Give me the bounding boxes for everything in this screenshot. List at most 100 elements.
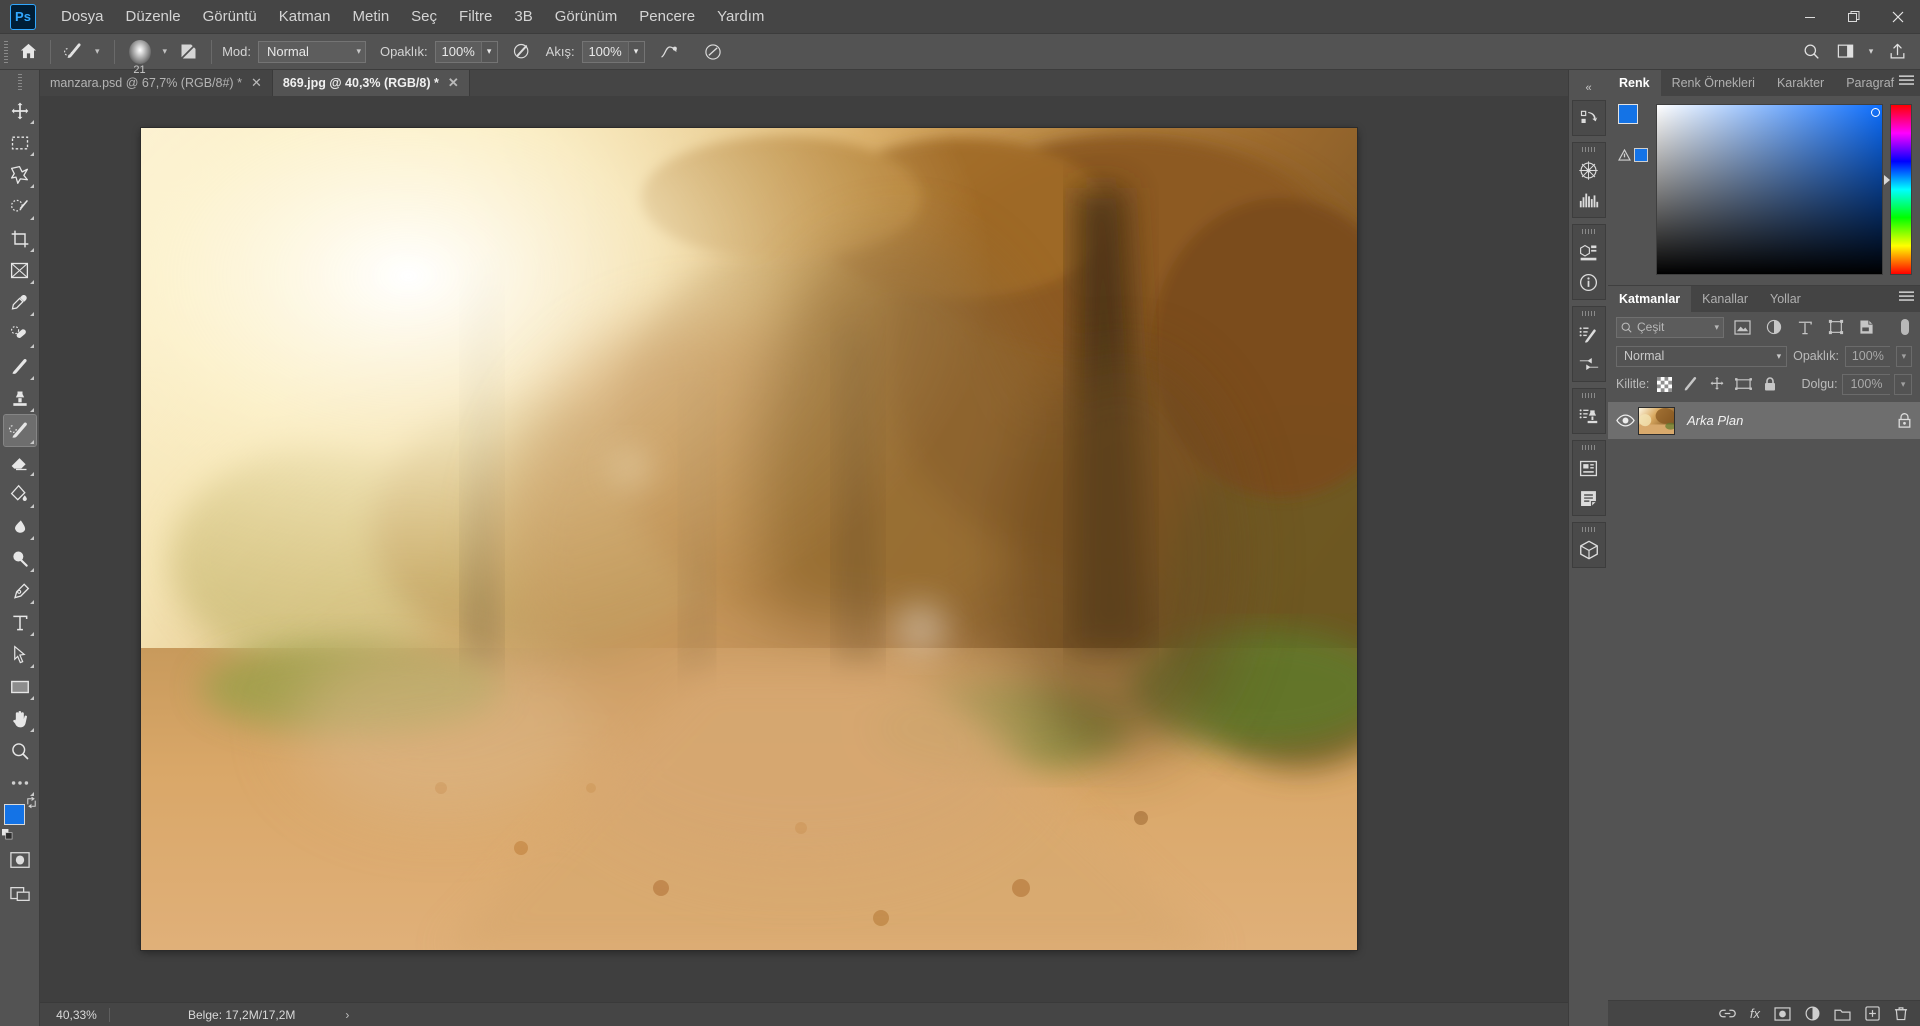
menu-item-duzenle[interactable]: Düzenle [115,2,192,31]
layer-fill-chevron-down-icon[interactable]: ▾ [1894,373,1912,395]
tab-katmanlar[interactable]: Katmanlar [1608,286,1692,312]
rail-grip[interactable] [1581,445,1596,450]
materials-icon[interactable] [1573,535,1605,565]
menu-item-filtre[interactable]: Filtre [448,2,503,31]
filter-smart-object-icon[interactable] [1854,315,1879,339]
lock-transparent-pixels-icon[interactable] [1653,373,1675,395]
panel-menu-icon[interactable] [1899,291,1914,303]
collapse-panels-icon[interactable]: « [1585,82,1591,94]
lock-all-icon[interactable] [1759,373,1781,395]
reset-colors-icon[interactable] [1,829,13,840]
rectangle-tool[interactable] [4,671,36,702]
quick-selection-tool[interactable] [4,191,36,222]
history-icon[interactable] [1573,103,1605,133]
opacity-chevron-down-icon[interactable]: ▾ [480,40,498,63]
filter-adjustment-icon[interactable] [1761,315,1786,339]
table-row[interactable]: Arka Plan [1608,402,1920,439]
toolbar-grip[interactable] [17,74,22,90]
history-brush-icon[interactable] [59,38,89,66]
tool-preset-chevron-down-icon[interactable]: ▾ [89,46,106,57]
filter-pixel-icon[interactable] [1730,315,1755,339]
rail-grip[interactable] [1581,527,1596,532]
eraser-tool[interactable] [4,447,36,478]
foreground-color-swatch[interactable] [3,804,25,825]
brush-settings-icon[interactable] [1573,319,1605,349]
document-tab-manzara[interactable]: manzara.psd @ 67,7% (RGB/8#) * ✕ [40,70,273,96]
filter-shape-icon[interactable] [1823,315,1848,339]
menu-item-dosya[interactable]: Dosya [50,2,115,31]
healing-brush-tool[interactable] [4,319,36,350]
brush-preset-picker[interactable]: 21 [123,39,157,76]
layer-opacity-chevron-down-icon[interactable]: ▾ [1895,345,1912,367]
lasso-tool[interactable] [4,159,36,190]
brush-tool[interactable] [4,351,36,382]
tab-yollar[interactable]: Yollar [1759,286,1812,312]
blend-mode-select[interactable]: Normal ▾ [257,40,366,63]
options-bar-grip[interactable] [4,40,8,63]
document-size-info[interactable]: Belge: 17,2M/17,2M [188,1008,295,1022]
canvas-viewport[interactable] [40,96,1568,1002]
search-icon[interactable] [1796,38,1826,66]
zoom-level[interactable]: 40,33% [48,1007,110,1022]
notes-icon[interactable] [1573,483,1605,513]
flow-chevron-down-icon[interactable]: ▾ [627,40,645,63]
color-panel-foreground-swatch[interactable] [1618,104,1638,124]
flow-input[interactable]: 100% [581,40,628,63]
frame-tool[interactable] [4,255,36,286]
out-of-gamut-icon[interactable] [1618,149,1631,161]
menu-item-3b[interactable]: 3B [503,2,543,31]
menu-item-katman[interactable]: Katman [268,2,342,31]
tab-paragraf[interactable]: Paragraf [1835,70,1906,96]
layer-list[interactable]: Arka Plan [1608,398,1920,1000]
path-selection-tool[interactable] [4,639,36,670]
document-tab-869[interactable]: 869.jpg @ 40,3% (RGB/8) * ✕ [272,70,470,96]
workspace-icon[interactable] [1830,38,1860,66]
eye-icon[interactable] [1612,414,1638,427]
filter-type-icon[interactable] [1792,315,1817,339]
crop-tool[interactable] [4,223,36,254]
airbrush-icon[interactable] [508,39,536,65]
menu-item-yardim[interactable]: Yardım [706,2,775,31]
histogram-icon[interactable] [1573,185,1605,215]
tab-kanallar[interactable]: Kanallar [1691,286,1760,312]
close-icon[interactable]: ✕ [448,75,459,91]
layer-name[interactable]: Arka Plan [1687,413,1743,428]
status-chevron-right-icon[interactable]: › [345,1008,349,1022]
menu-item-metin[interactable]: Metin [341,2,400,31]
web-safe-icon[interactable] [1634,148,1648,162]
layer-style-icon[interactable]: fx [1750,1006,1760,1021]
layer-opacity-input[interactable]: 100% [1844,345,1890,367]
rail-grip[interactable] [1581,147,1596,152]
rail-grip[interactable] [1581,311,1596,316]
share-icon[interactable] [1882,38,1912,66]
marquee-tool[interactable] [4,127,36,158]
link-layers-icon[interactable] [1719,1007,1736,1020]
color-field[interactable] [1656,104,1883,275]
menu-item-pencere[interactable]: Pencere [628,2,706,31]
rail-grip[interactable] [1581,393,1596,398]
home-icon[interactable] [14,38,42,66]
new-layer-icon[interactable] [1865,1006,1880,1021]
hand-tool[interactable] [4,703,36,734]
eyedropper-tool[interactable] [4,287,36,318]
canvas-artboard[interactable] [141,128,1357,950]
filter-toggle[interactable] [1898,317,1912,337]
minimize-button[interactable] [1788,0,1832,34]
delete-layer-icon[interactable] [1894,1006,1908,1021]
color-picker-handle-icon[interactable] [1871,108,1880,117]
move-tool[interactable] [4,95,36,126]
info-icon[interactable] [1573,267,1605,297]
close-icon[interactable]: ✕ [251,75,262,91]
close-button[interactable] [1876,0,1920,34]
gradient-tool[interactable] [4,479,36,510]
tab-renk[interactable]: Renk [1608,70,1661,96]
brush-preset-chevron-down-icon[interactable]: ▾ [157,46,174,57]
tab-karakter[interactable]: Karakter [1765,70,1836,96]
hue-slider-handle-icon[interactable] [1884,175,1890,185]
blur-tool[interactable] [4,511,36,542]
layer-blend-mode-select[interactable]: Normal ▾ [1616,345,1788,367]
menu-item-sec[interactable]: Seç [400,2,448,31]
history-brush-tool[interactable] [2,414,37,447]
maximize-button[interactable] [1832,0,1876,34]
navigator-icon[interactable] [1573,155,1605,185]
